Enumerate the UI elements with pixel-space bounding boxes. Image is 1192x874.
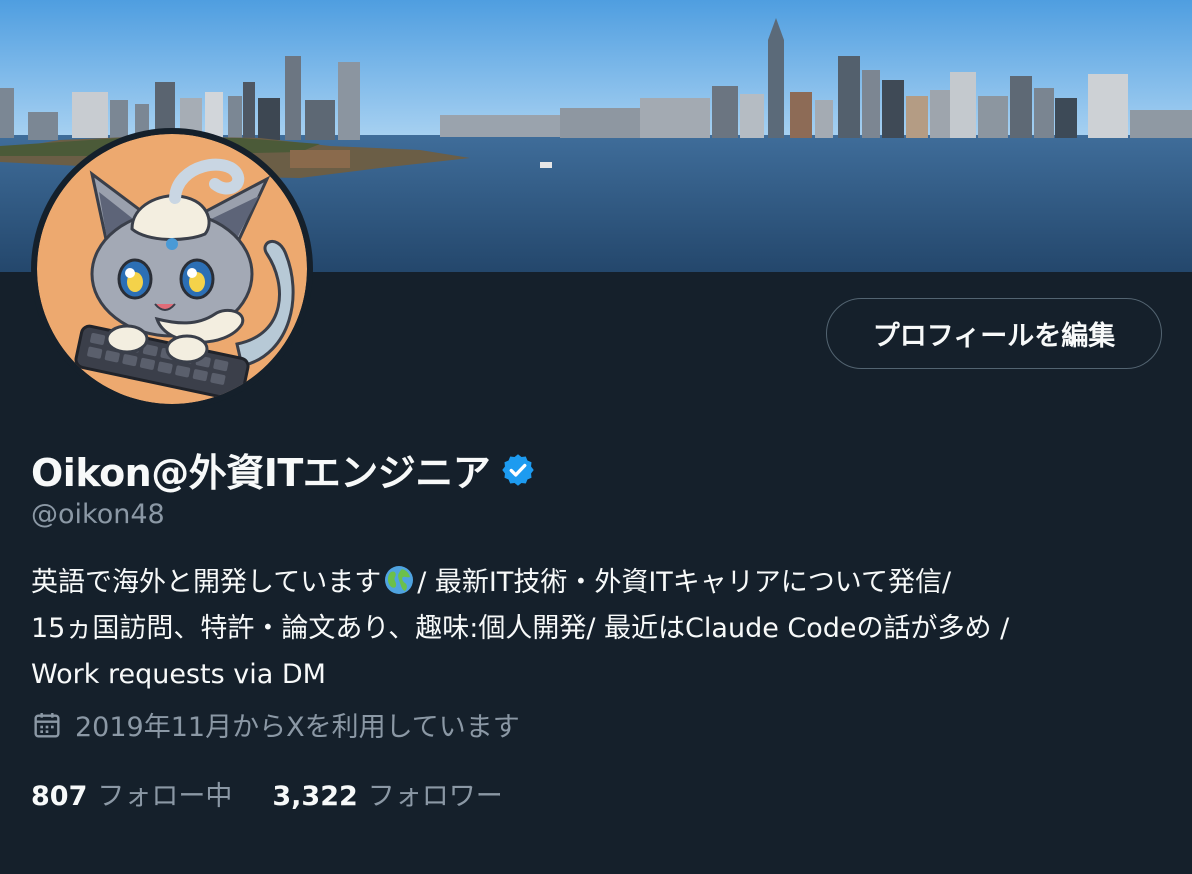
profile-handle: @oikon48 bbox=[31, 499, 165, 530]
followers-count: 3,322 bbox=[272, 781, 358, 812]
avatar-cat-illustration bbox=[37, 134, 307, 404]
follow-stats: 807 フォロー中 3,322 フォロワー bbox=[31, 774, 543, 813]
following-count: 807 bbox=[31, 781, 88, 812]
followers-label: フォロワー bbox=[367, 781, 503, 812]
following-link[interactable]: 807 フォロー中 bbox=[31, 774, 232, 813]
display-name: Oikon@外資ITエンジニア bbox=[31, 451, 491, 495]
bio-text: 英語で海外と開発しています bbox=[31, 567, 382, 598]
profile-avatar[interactable] bbox=[31, 128, 313, 410]
bio-text: / 最新IT技術・外資ITキャリアについて発信/ bbox=[417, 567, 952, 598]
edit-profile-button[interactable]: プロフィールを編集 bbox=[826, 298, 1162, 369]
bio-line: 15ヵ国訪問、特許・論文あり、趣味:個人開発/ 最近はClaude Codeの話… bbox=[31, 613, 1010, 644]
following-label: フォロー中 bbox=[97, 781, 233, 812]
bio-line: 英語で海外と開発しています / 最新IT技術・外資ITキャリアについて発信/ bbox=[31, 560, 1151, 606]
verified-badge-icon[interactable] bbox=[500, 452, 536, 488]
bio-line: Work requests via DM bbox=[31, 659, 326, 690]
profile-bio: 英語で海外と開発しています / 最新IT技術・外資ITキャリアについて発信/ 1… bbox=[31, 560, 1151, 698]
calendar-icon bbox=[31, 709, 63, 741]
joined-date: 2019年11月からXを利用しています bbox=[31, 705, 520, 744]
followers-link[interactable]: 3,322 フォロワー bbox=[272, 774, 502, 813]
joined-text: 2019年11月からXを利用しています bbox=[75, 712, 520, 743]
globe-icon bbox=[383, 564, 415, 596]
profile-name-row: Oikon@外資ITエンジニア bbox=[31, 442, 536, 497]
